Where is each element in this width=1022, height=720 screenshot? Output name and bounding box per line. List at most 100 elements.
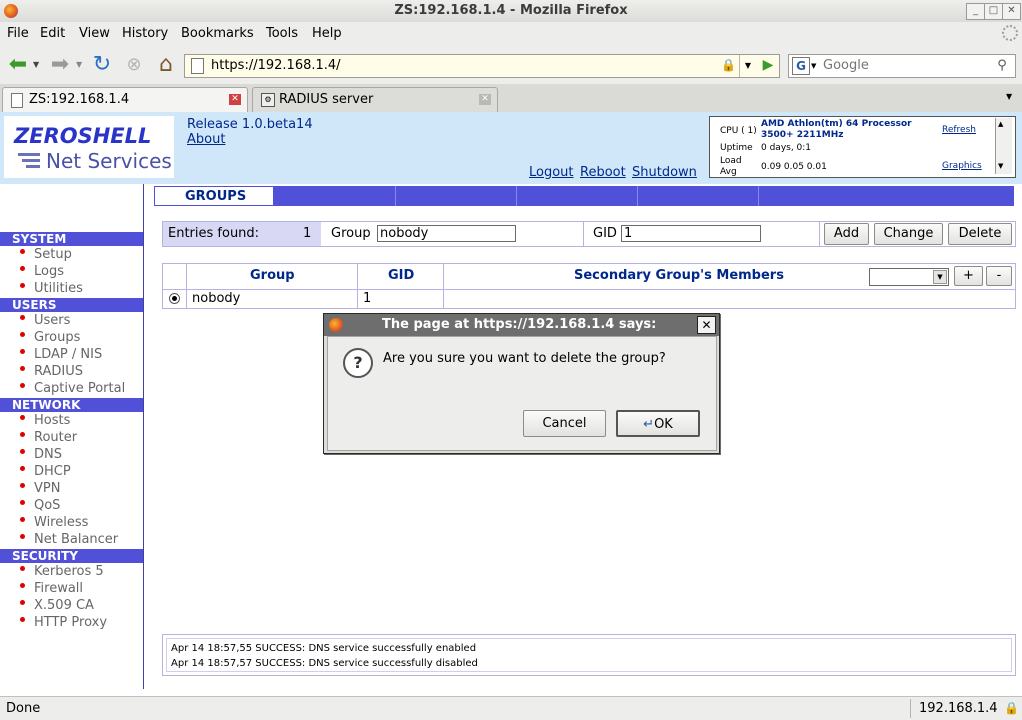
tab-zs[interactable]: ZS:192.168.1.4 ✕	[2, 87, 248, 112]
refresh-link[interactable]: Refresh	[942, 125, 976, 135]
sidebar-item-captive-portal[interactable]: Captive Portal	[20, 381, 125, 396]
logo-stripe	[26, 165, 40, 168]
add-button[interactable]: Add	[824, 223, 869, 245]
sidebar-item-wireless[interactable]: Wireless	[20, 515, 88, 530]
sidebar-item-utilities[interactable]: Utilities	[20, 281, 83, 296]
page-icon	[191, 58, 204, 74]
tab-groups[interactable]: GROUPS	[154, 186, 274, 206]
group-name-input[interactable]	[377, 225, 516, 242]
search-box[interactable]: G ▼ ⚲	[788, 54, 1016, 78]
bullet-icon	[20, 617, 25, 622]
sidebar-item-dhcp[interactable]: DHCP	[20, 464, 71, 479]
members-select[interactable]: ▼	[869, 268, 949, 286]
about-link[interactable]: About	[187, 132, 225, 147]
status-bar: Done 192.168.1.4 🔒	[0, 696, 1022, 720]
reload-icon[interactable]: ↻	[88, 51, 116, 79]
bullet-icon	[20, 383, 25, 388]
bullet-icon	[20, 349, 25, 354]
sidebar-item-dns[interactable]: DNS	[20, 447, 62, 462]
cancel-button[interactable]: Cancel	[523, 410, 606, 437]
back-icon[interactable]: ⬅	[4, 51, 32, 79]
divider	[819, 222, 820, 246]
log-box: Apr 14 18:57,55 SUCCESS: DNS service suc…	[162, 634, 1016, 676]
sidebar-item-radius[interactable]: RADIUS	[20, 364, 83, 379]
url-dropdown-icon[interactable]: ▼	[739, 55, 756, 77]
tab-radius[interactable]: ⚙ RADIUS server ✕	[252, 87, 498, 112]
menu-help[interactable]: Help	[312, 26, 342, 41]
home-icon[interactable]: ⌂	[152, 51, 180, 79]
close-tab-icon[interactable]: ✕	[229, 94, 241, 105]
maximize-button[interactable]: □	[984, 3, 1003, 20]
dialog-titlebar: The page at https://192.168.1.4 says: ✕	[324, 314, 719, 336]
sidebar-item-groups[interactable]: Groups	[20, 330, 80, 345]
minimize-button[interactable]: _	[966, 3, 985, 20]
sidebar-item-router[interactable]: Router	[20, 430, 77, 445]
select-chevron-icon[interactable]: ▼	[933, 270, 947, 284]
lock-icon[interactable]: 🔒	[721, 58, 736, 72]
uptime-value: 0 days, 0:1	[761, 143, 812, 153]
sidebar-item-http-proxy[interactable]: HTTP Proxy	[20, 615, 107, 630]
sidebar-item-qos[interactable]: QoS	[20, 498, 60, 513]
section-network: NETWORK	[0, 398, 143, 412]
sidebar-item-firewall[interactable]: Firewall	[20, 581, 83, 596]
bullet-icon	[20, 315, 25, 320]
menu-view[interactable]: View	[79, 26, 110, 41]
google-engine-icon[interactable]: G	[792, 57, 810, 75]
menu-tools[interactable]: Tools	[266, 26, 298, 41]
section-system: SYSTEM	[0, 232, 143, 246]
sidebar-item-setup[interactable]: Setup	[20, 247, 72, 262]
load-value: 0.09 0.05 0.01	[761, 162, 827, 172]
sidebar-item-x509-ca[interactable]: X.509 CA	[20, 598, 94, 613]
search-input[interactable]	[821, 57, 989, 74]
search-magnifier-icon[interactable]: ⚲	[992, 56, 1012, 75]
url-bar[interactable]: https://192.168.1.4/ 🔒 ▼	[184, 54, 780, 78]
menu-bookmarks[interactable]: Bookmarks	[181, 26, 254, 41]
url-text: https://192.168.1.4/	[211, 58, 341, 73]
dialog-close-icon[interactable]: ✕	[697, 316, 716, 334]
menu-file[interactable]: File	[7, 26, 29, 41]
sidebar-item-vpn[interactable]: VPN	[20, 481, 60, 496]
sidebar-item-hosts[interactable]: Hosts	[20, 413, 70, 428]
lock-icon[interactable]: 🔒	[1004, 701, 1019, 715]
close-window-button[interactable]: ✕	[1002, 3, 1021, 20]
ok-arrow-icon: ↵	[643, 417, 655, 432]
bullet-icon	[20, 432, 25, 437]
scroll-up-icon[interactable]: ▲	[998, 120, 1003, 128]
log-line: Apr 14 18:57,55 SUCCESS: DNS service suc…	[171, 643, 477, 654]
graphics-link[interactable]: Graphics	[942, 161, 982, 171]
entries-label: Entries found:	[168, 226, 260, 241]
cpu-value: AMD Athlon(tm) 64 Processor 3500+ 2211MH…	[761, 119, 912, 140]
tab-label: ZS:192.168.1.4	[29, 92, 130, 107]
menu-edit[interactable]: Edit	[40, 26, 65, 41]
sidebar-item-logs[interactable]: Logs	[20, 264, 64, 279]
change-button[interactable]: Change	[874, 223, 943, 245]
go-icon[interactable]: ▶	[757, 54, 779, 76]
ok-button[interactable]: ↵OK	[616, 410, 700, 437]
remove-member-button[interactable]: -	[986, 266, 1012, 286]
sidebar-item-users[interactable]: Users	[20, 313, 70, 328]
forward-history-chevron-icon[interactable]: ▼	[76, 60, 82, 69]
sidebar-item-net-balancer[interactable]: Net Balancer	[20, 532, 118, 547]
gid-input[interactable]	[621, 225, 761, 242]
stop-icon[interactable]: ⊗	[120, 51, 148, 79]
shutdown-link[interactable]: Shutdown	[632, 165, 697, 180]
sidebar-item-kerberos[interactable]: Kerberos 5	[20, 564, 104, 579]
tab-list-chevron-icon[interactable]: ▼	[1006, 92, 1012, 101]
engine-chevron-icon[interactable]: ▼	[811, 62, 816, 70]
close-tab-icon[interactable]: ✕	[479, 94, 491, 105]
scroll-down-icon[interactable]: ▼	[998, 162, 1003, 170]
forward-icon[interactable]: ➡	[46, 51, 74, 79]
delete-button[interactable]: Delete	[948, 223, 1012, 245]
menu-history[interactable]: History	[122, 26, 168, 41]
info-scrollbar[interactable]: ▲ ▼	[995, 118, 1012, 174]
logout-link[interactable]: Logout	[529, 165, 574, 180]
add-member-button[interactable]: +	[954, 266, 983, 286]
reboot-link[interactable]: Reboot	[580, 165, 626, 180]
sidebar-item-ldap-nis[interactable]: LDAP / NIS	[20, 347, 102, 362]
page-icon	[11, 93, 23, 108]
logo-stripe	[22, 159, 40, 162]
row-radio[interactable]	[169, 293, 180, 304]
dialog-body: ? Are you sure you want to delete the gr…	[327, 336, 717, 451]
table-row[interactable]: nobody 1	[163, 290, 1015, 308]
back-history-chevron-icon[interactable]: ▼	[33, 60, 39, 69]
